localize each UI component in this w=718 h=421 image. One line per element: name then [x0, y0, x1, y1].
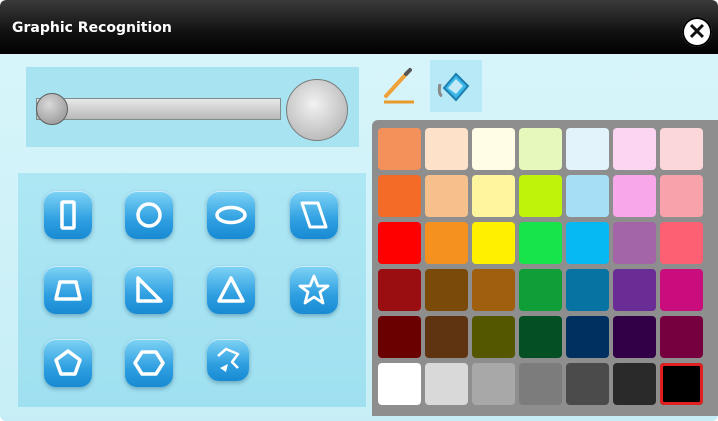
- color-swatch[interactable]: [566, 269, 609, 311]
- shape-ellipse-button[interactable]: [207, 191, 255, 239]
- close-icon: ✕: [687, 19, 707, 44]
- shape-freeform-button[interactable]: [207, 339, 249, 381]
- color-swatch[interactable]: [613, 363, 656, 405]
- color-swatch[interactable]: [425, 128, 468, 170]
- color-palette: [372, 120, 718, 416]
- color-swatch[interactable]: [519, 269, 562, 311]
- color-swatch[interactable]: [613, 128, 656, 170]
- color-swatch[interactable]: [566, 222, 609, 264]
- fill-tool-button[interactable]: [430, 60, 482, 112]
- color-swatch[interactable]: [472, 128, 515, 170]
- hexagon-icon: [133, 350, 165, 376]
- shape-star-button[interactable]: [290, 266, 338, 314]
- line-size-slider[interactable]: [36, 98, 281, 120]
- color-swatch[interactable]: [519, 175, 562, 217]
- parallelogram-icon: [300, 201, 328, 229]
- color-swatch[interactable]: [566, 363, 609, 405]
- shape-rectangle-button[interactable]: [44, 191, 92, 239]
- color-swatch[interactable]: [472, 222, 515, 264]
- pencil-icon: [384, 68, 414, 104]
- shape-circle-button[interactable]: [125, 191, 173, 239]
- color-swatch[interactable]: [472, 363, 515, 405]
- star-icon: [298, 274, 330, 305]
- color-swatch[interactable]: [378, 128, 421, 170]
- color-swatch[interactable]: [378, 222, 421, 264]
- color-swatch[interactable]: [613, 175, 656, 217]
- line-size-slider-thumb[interactable]: [36, 93, 68, 125]
- freeform-polygon-icon: [217, 347, 240, 372]
- color-swatch[interactable]: [425, 316, 468, 358]
- ellipse-icon: [215, 205, 247, 225]
- color-swatch[interactable]: [660, 128, 703, 170]
- color-swatch[interactable]: [660, 316, 703, 358]
- window-title: Graphic Recognition: [12, 20, 172, 36]
- color-swatch[interactable]: [519, 316, 562, 358]
- color-swatch[interactable]: [472, 175, 515, 217]
- color-swatch[interactable]: [472, 316, 515, 358]
- shape-triangle-button[interactable]: [207, 266, 255, 314]
- color-swatch[interactable]: [566, 175, 609, 217]
- color-swatch[interactable]: [519, 363, 562, 405]
- shape-right-triangle-button[interactable]: [125, 266, 173, 314]
- pen-tool-button[interactable]: [380, 66, 416, 106]
- trapezoid-icon: [54, 280, 82, 301]
- color-swatch[interactable]: [660, 175, 703, 217]
- shape-hexagon-button[interactable]: [125, 339, 173, 387]
- color-swatch[interactable]: [519, 222, 562, 264]
- right-triangle-icon: [136, 276, 163, 303]
- paint-bucket-icon: [437, 72, 470, 102]
- close-button[interactable]: ✕: [682, 17, 712, 47]
- color-swatch[interactable]: [660, 269, 703, 311]
- color-swatch[interactable]: [425, 222, 468, 264]
- color-swatch[interactable]: [566, 316, 609, 358]
- color-swatch[interactable]: [378, 316, 421, 358]
- shape-parallelogram-button[interactable]: [290, 191, 338, 239]
- color-swatch[interactable]: [378, 175, 421, 217]
- line-size-preview: [286, 79, 348, 141]
- color-swatch[interactable]: [566, 128, 609, 170]
- color-swatch[interactable]: [613, 269, 656, 311]
- color-swatch[interactable]: [378, 363, 421, 405]
- title-bar: Graphic Recognition ✕: [0, 0, 718, 54]
- circle-icon: [136, 202, 162, 228]
- pentagon-icon: [54, 349, 82, 376]
- graphic-recognition-window: Graphic Recognition ✕: [0, 0, 718, 421]
- shape-pentagon-button[interactable]: [44, 339, 92, 387]
- color-swatch[interactable]: [613, 316, 656, 358]
- color-swatch[interactable]: [519, 128, 562, 170]
- color-swatch[interactable]: [613, 222, 656, 264]
- color-swatch[interactable]: [660, 222, 703, 264]
- color-swatch[interactable]: [425, 175, 468, 217]
- triangle-icon: [217, 276, 245, 303]
- color-swatch[interactable]: [425, 363, 468, 405]
- shape-trapezoid-button[interactable]: [44, 266, 92, 314]
- color-swatch[interactable]: [660, 363, 703, 405]
- rectangle-icon: [60, 200, 76, 230]
- color-swatch[interactable]: [425, 269, 468, 311]
- color-swatch[interactable]: [378, 269, 421, 311]
- color-swatch[interactable]: [472, 269, 515, 311]
